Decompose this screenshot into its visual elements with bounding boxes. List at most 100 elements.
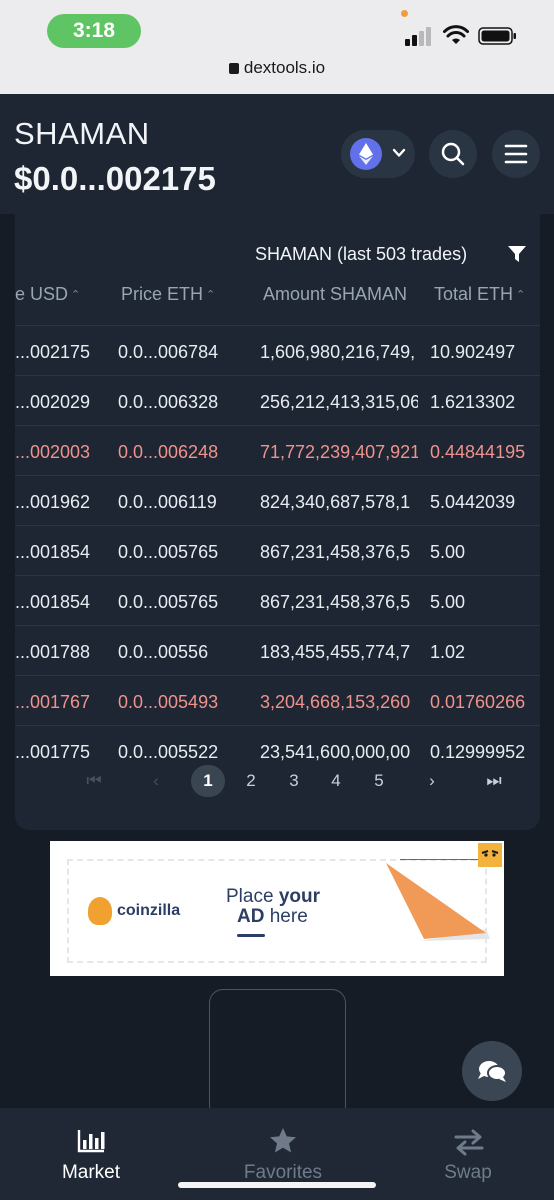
table-row[interactable]: ...001854 0.0...005765 867,231,458,376,5 5.… [15,525,540,575]
cell-price-eth: 0.0...00556 [118,642,209,662]
battery-icon [478,27,516,45]
cell-price-usd: ...001788 [15,642,91,662]
ad-headline-line2: AD here [237,906,308,927]
search-icon [441,142,465,166]
search-button[interactable] [429,130,477,178]
cell-amount: 256,212,413,315,06 [260,392,418,412]
cell-amount: 3,204,668,153,260 [260,692,411,712]
cell-total-eth: 0.44844195 [430,442,526,462]
cell-amount: 1,606,980,216,749, [260,342,416,362]
next-page-icon[interactable]: › [415,765,449,797]
cell-total-eth: 1.6213302 [430,392,516,412]
cell-price-eth: 0.0...005765 [118,592,219,612]
column-header-total-eth[interactable]: Total ETH ⌃ [434,284,540,305]
filter-icon[interactable] [508,245,526,263]
menu-button[interactable] [492,130,540,178]
home-indicator [178,1182,376,1188]
first-page-icon[interactable]: ⏮ [77,765,111,797]
cell-total-eth: 1.02 [430,642,466,662]
token-price: $0.0...002175 [14,160,216,197]
lock-icon [228,63,239,74]
swap-arrows-icon [454,1129,484,1156]
table-row[interactable]: ...001854 0.0...005765 867,231,458,376,5 5.… [15,575,540,625]
cell-price-usd: ...001854 [15,542,91,562]
cell-total-eth: 0.12999952 [430,742,526,762]
chart-bars-icon [77,1130,105,1153]
nav-market[interactable]: Market [45,1108,137,1200]
url-bar[interactable]: dextools.io [0,58,554,78]
cell-price-usd: ...001962 [15,492,91,512]
page-2-button[interactable]: 2 [234,765,268,797]
page-1-button[interactable]: 1 [191,765,225,797]
table-row[interactable]: ...001962 0.0...006119 824,340,687,578,1 5.… [15,475,540,525]
cell-amount: 867,231,458,376,5 [260,592,411,612]
cell-price-eth: 0.0...005493 [118,692,219,712]
video-placeholder [209,989,346,1119]
sort-icon: ⌃ [516,289,526,301]
cell-amount: 23,541,600,000,00 [260,742,411,762]
chevron-down-icon [392,148,406,157]
cell-price-usd: ...001767 [15,692,91,712]
trade-history-card: SHAMAN (last 503 trades) e USD ⌃ Price ET… [15,214,540,830]
chat-bubbles-icon [478,1061,507,1082]
column-header-amount[interactable]: Amount SHAMAN [263,284,417,305]
nav-swap[interactable]: Swap [430,1108,506,1200]
cell-total-eth: 10.902497 [430,342,516,362]
time-pill[interactable]: 3:18 [47,14,141,48]
table-row[interactable]: ...002029 0.0...006328 256,212,413,315,06 1… [15,375,540,425]
ethereum-icon [350,138,382,170]
cell-price-eth: 0.0...005765 [118,542,219,562]
cell-price-eth: 0.0...006119 [118,492,217,512]
chat-button[interactable] [462,1041,522,1101]
table-row[interactable]: ...002003 0.0...006248 71,772,239,407,921 0… [15,425,540,475]
cell-total-eth: 0.01760266 [430,692,526,712]
ad-mascot-icon [478,843,502,867]
cell-price-usd: ...001775 [15,742,91,762]
cell-price-eth: 0.0...006328 [118,392,219,412]
ad-banner[interactable]: coinzilla Place your AD here [50,841,504,976]
cell-total-eth: 5.00 [430,592,466,612]
token-name: SHAMAN [14,116,150,151]
cell-price-eth: 0.0...006248 [118,442,219,462]
hamburger-menu-icon [504,144,528,164]
signal-icon [405,26,435,46]
wifi-icon [443,25,469,44]
page-4-button[interactable]: 4 [319,765,353,797]
ad-headline-line1: Place your [226,886,320,907]
nav-label: Swap [444,1162,492,1183]
sort-icon: ⌃ [206,289,216,301]
pagination: ⏮ ‹ 1 2 3 4 5 › ⏭ [15,765,540,799]
cell-price-eth: 0.0...005522 [118,742,219,762]
chain-selector-button[interactable] [341,130,415,178]
star-icon [270,1128,296,1153]
column-header-price-eth[interactable]: Price ETH ⌃ [121,284,239,305]
cell-total-eth: 5.0442039 [430,492,516,512]
cell-price-usd: ...002003 [15,442,91,462]
ad-brand: coinzilla [117,902,181,919]
last-page-icon[interactable]: ⏭ [477,765,511,797]
cell-price-usd: ...001854 [15,592,91,612]
table-row[interactable]: ...001788 0.0...00556 183,455,455,774,7 1.0… [15,625,540,675]
sort-icon: ⌃ [71,289,81,301]
cell-price-eth: 0.0...006784 [118,342,219,362]
nav-label: Favorites [243,1162,323,1183]
cell-amount: 183,455,455,774,7 [260,642,411,662]
trade-history-title: SHAMAN (last 503 trades) [255,244,468,264]
cell-amount: 824,340,687,578,1 [260,492,411,512]
page-3-button[interactable]: 3 [277,765,311,797]
cell-amount: 71,772,239,407,921 [260,442,418,462]
cell-price-usd: ...002175 [15,342,91,362]
page-5-button[interactable]: 5 [362,765,396,797]
ad-underline [237,934,265,937]
cell-total-eth: 5.00 [430,542,466,562]
prev-page-icon[interactable]: ‹ [139,765,173,797]
cell-amount: 867,231,458,376,5 [260,542,411,562]
column-header-price-usd[interactable]: e USD ⌃ [15,284,95,305]
nav-label: Market [61,1162,121,1183]
table-row[interactable]: ...002175 0.0...006784 1,606,980,216,749, 1… [15,325,540,375]
url-text: dextools.io [243,58,326,77]
cell-price-usd: ...002029 [15,392,91,412]
table-row[interactable]: ...001767 0.0...005493 3,204,668,153,260 0.… [15,675,540,725]
ad-megaphone-icon [386,859,490,941]
privacy-indicator-dot [401,10,408,17]
